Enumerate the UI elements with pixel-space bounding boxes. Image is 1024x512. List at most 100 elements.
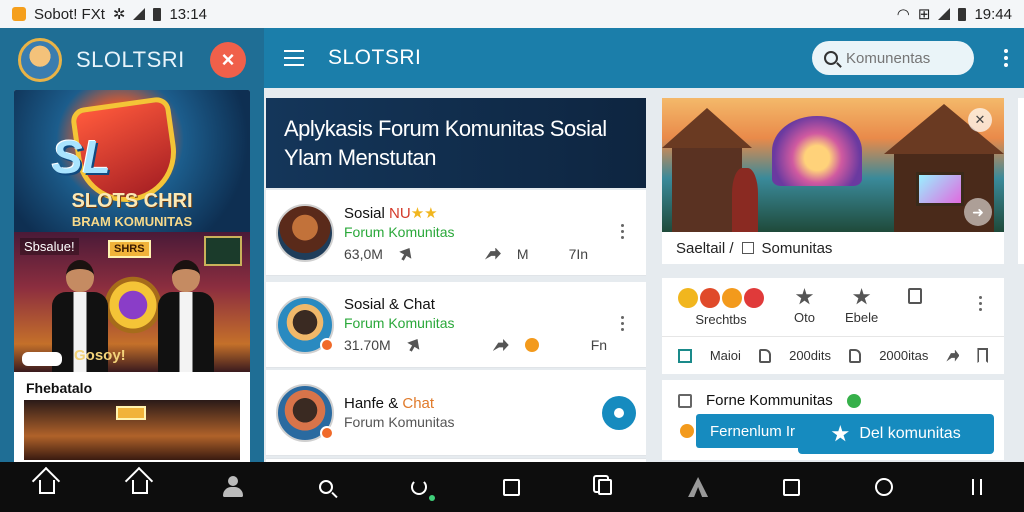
- status-time-left: 13:14: [169, 5, 207, 23]
- stats-card[interactable]: Srechtbs Oto Ebele Maioi 200dits 2000ita…: [662, 278, 1004, 374]
- post-card[interactable]: Hanfe & Chat Forum Komunitas: [266, 370, 646, 456]
- menu-icon[interactable]: [284, 50, 304, 66]
- action-fab[interactable]: [602, 396, 636, 430]
- post-subtitle: Forum Komunitas: [344, 414, 455, 430]
- status-time-right: 19:44: [974, 5, 1012, 23]
- pin-icon[interactable]: [396, 244, 415, 263]
- avatar[interactable]: [18, 38, 62, 82]
- like-icon-2[interactable]: [849, 348, 862, 363]
- nav-copy[interactable]: [591, 473, 619, 501]
- checkbox[interactable]: [741, 242, 754, 254]
- coin-icon: [680, 424, 694, 438]
- nav-profile[interactable]: [219, 473, 247, 501]
- post-time: Fn: [590, 337, 608, 353]
- stat-doc[interactable]: [908, 288, 923, 336]
- calendar-icon: [678, 393, 692, 408]
- square-icon: [782, 478, 800, 496]
- search-icon: [824, 51, 838, 65]
- medal-icon: [100, 272, 166, 338]
- verified-icon: [846, 393, 861, 408]
- promo-banner[interactable]: Sbsalue! SHRS Gosoy!: [14, 232, 250, 372]
- star-icon: [852, 288, 871, 305]
- hero-title: SLOTS CHRI: [71, 190, 193, 212]
- settings-icon: ✲: [112, 6, 126, 23]
- nav-recents[interactable]: [498, 473, 526, 501]
- nav-a[interactable]: [684, 473, 712, 501]
- join-community-button[interactable]: Del komunitas: [798, 414, 994, 454]
- star-icon: [795, 288, 814, 305]
- refresh-icon: [410, 479, 427, 495]
- battery-icon-right: [958, 7, 967, 21]
- post-meta: 63,0M M 7In: [344, 246, 636, 262]
- star-icon: [831, 425, 849, 442]
- close-icon[interactable]: ✕: [968, 108, 992, 132]
- reaction-icons: [678, 288, 764, 308]
- status-bar: Sobot! FXt ✲ 13:14 ◠ ⊞ 19:44: [0, 0, 1024, 28]
- forward-icon[interactable]: [946, 349, 960, 362]
- bookmark-icon[interactable]: [977, 348, 988, 363]
- stat-favorite[interactable]: Ebele: [845, 288, 878, 336]
- nav-refresh[interactable]: [405, 473, 435, 501]
- post-card[interactable]: Sosial & Chat Forum Komunitas 31.70M Fn: [266, 282, 646, 368]
- image-caption: Saeltail / Somunitas: [676, 239, 833, 257]
- share-icon[interactable]: [484, 247, 501, 260]
- post-title: Sosial NU★★: [344, 204, 438, 222]
- status-app-label: Sobot! FXt: [34, 5, 105, 23]
- community-card: Forne Kommunitas Fernenlum Ir Del komuni…: [662, 380, 1004, 460]
- nav-pause[interactable]: [963, 473, 991, 501]
- post-subtitle: Forum Komunitas: [344, 223, 455, 240]
- more-vert-icon[interactable]: [979, 296, 982, 311]
- wifi-icon: ◠: [896, 6, 910, 23]
- home-icon: [38, 480, 55, 494]
- like-icon[interactable]: [758, 348, 772, 363]
- feed-hero-card[interactable]: Aplykasis Forum Komunitas Sosial Ylam Me…: [266, 98, 646, 188]
- copy-icon: [598, 479, 612, 495]
- community-title: Forne Kommunitas: [706, 392, 833, 409]
- forum-button[interactable]: Fernenlum Ir: [696, 414, 810, 448]
- thumbnail-badge: [116, 406, 146, 420]
- document-icon: [908, 288, 923, 304]
- promo-badge: SHRS: [108, 240, 151, 258]
- nav-search[interactable]: [312, 473, 340, 501]
- side-column: ✕ ➜ Saeltail / Somunitas Srechtbs Oto Eb…: [662, 98, 1004, 460]
- post-title: Hanfe & Chat: [344, 395, 435, 412]
- search-input[interactable]: [846, 49, 956, 67]
- post-count: 31.70M: [344, 337, 391, 353]
- hero-subtitle: BRAM KOMUNITAS: [71, 214, 193, 229]
- pin-icon[interactable]: [404, 335, 423, 354]
- system-nav-bar: [0, 462, 1024, 512]
- close-drawer-button[interactable]: ×: [210, 42, 246, 78]
- drawer-section-label: Fhebatalo: [26, 380, 93, 396]
- figure-person: [732, 168, 758, 232]
- app-title: SLOTSRI: [328, 46, 422, 69]
- square-icon: [503, 478, 521, 496]
- nav-home[interactable]: [33, 473, 61, 501]
- image-card[interactable]: ✕ ➜ Saeltail / Somunitas: [662, 98, 1004, 264]
- promo-dots: [22, 352, 62, 366]
- arrow-icon[interactable]: ➜: [964, 198, 992, 226]
- more-vert-icon[interactable]: [621, 316, 624, 331]
- drawer-header: SLOLTSRI ×: [0, 28, 264, 92]
- post-thumbnail: [276, 203, 334, 262]
- side-drawer: SLOLTSRI × SL SLOTS CHRI BRAM KOMUNITAS …: [0, 28, 264, 462]
- promo-tag: Sbsalue!: [20, 238, 79, 255]
- post-thumbnail: [276, 295, 334, 354]
- search-box[interactable]: [812, 41, 974, 75]
- home-outline-icon: [131, 480, 148, 494]
- nav-circle[interactable]: [870, 473, 898, 501]
- brand-hero: SL SLOTS CHRI BRAM KOMUNITAS: [14, 90, 250, 232]
- drawer-thumbnail[interactable]: [24, 400, 240, 460]
- signal-icon: [133, 8, 146, 20]
- message-icon[interactable]: [678, 348, 692, 363]
- stat-star[interactable]: Oto: [794, 288, 815, 336]
- dome-structure: [772, 116, 862, 186]
- nav-home-2[interactable]: [126, 473, 154, 501]
- coin-icon: [524, 338, 539, 352]
- post-card[interactable]: Sosial NU★★ Forum Komunitas 63,0M M 7In: [266, 190, 646, 276]
- stat-reactions[interactable]: Srechtbs: [678, 288, 764, 336]
- overflow-menu-icon[interactable]: [1004, 49, 1008, 67]
- drawer-title: SLOLTSRI: [76, 47, 185, 72]
- nav-square[interactable]: [777, 473, 805, 501]
- more-vert-icon[interactable]: [621, 224, 624, 239]
- share-icon[interactable]: [492, 339, 509, 351]
